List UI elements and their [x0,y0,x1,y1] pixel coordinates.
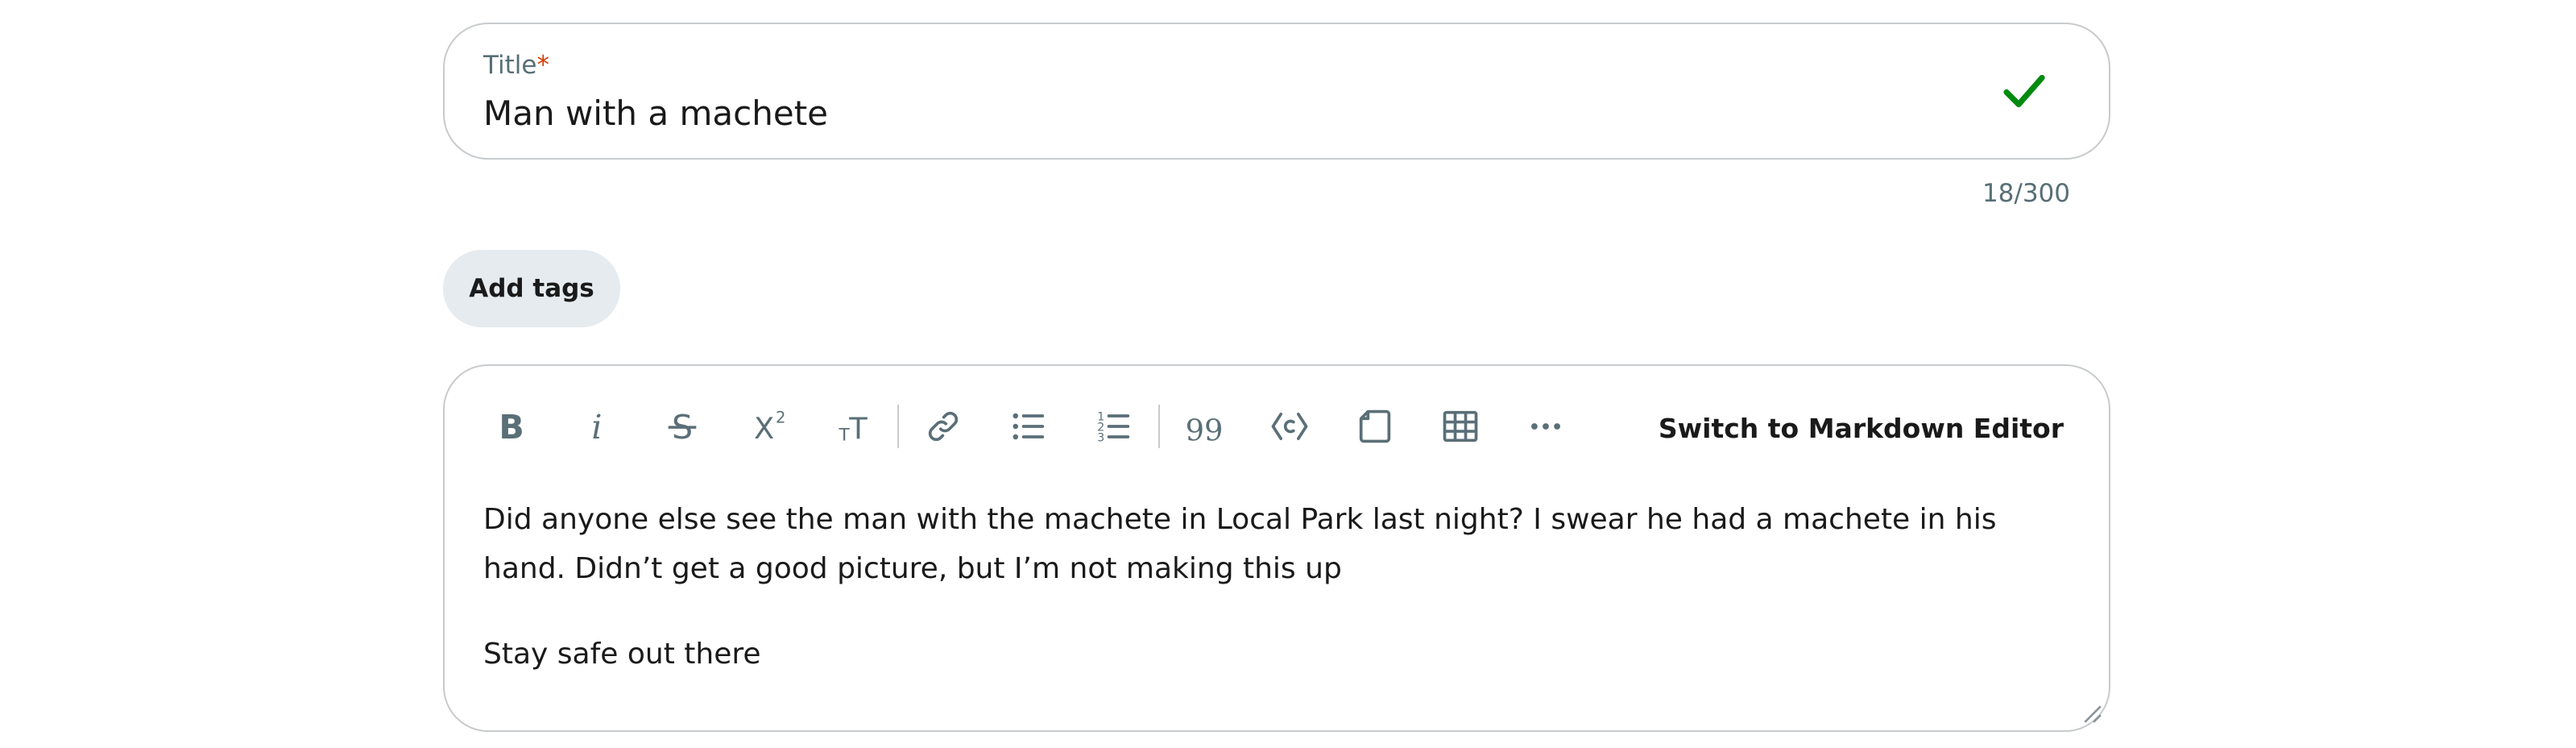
checkmark-icon [2003,74,2045,108]
editor-text-area[interactable]: Did anyone else see the man with the mac… [483,495,2062,679]
toolbar-divider [897,405,899,448]
heading-button[interactable]: TT [810,390,896,463]
bulleted-list-button[interactable] [986,390,1071,463]
switch-to-markdown-button[interactable]: Switch to Markdown Editor [1659,413,2064,444]
add-tags-button[interactable]: Add tags [443,250,620,327]
code-button[interactable] [1247,390,1332,463]
italic-icon: i [591,408,602,447]
text-size-icon: TT [839,411,868,446]
code-block-icon [1359,409,1391,443]
resize-handle-icon[interactable] [2081,703,2102,724]
strikethrough-icon: S [668,408,697,447]
table-icon [1443,410,1478,443]
italic-button[interactable]: i [554,390,640,463]
body-editor[interactable]: B i S X2 TT 1 2 3 99 Switch to Markdown … [443,364,2110,732]
title-input[interactable]: Man with a machete [483,94,828,134]
more-icon [1531,423,1560,430]
formatting-toolbar: B i S X2 TT 1 2 3 99 [469,390,1588,463]
required-mark: * [536,51,549,80]
superscript-icon: X2 [754,409,785,447]
quote-button[interactable]: 99 [1162,390,1247,463]
superscript-button[interactable]: X2 [725,390,810,463]
toolbar-divider [1158,405,1160,448]
code-block-button[interactable] [1332,390,1418,463]
table-button[interactable] [1418,390,1503,463]
strikethrough-button[interactable]: S [640,390,725,463]
svg-text:2: 2 [776,409,785,427]
body-paragraph: Did anyone else see the man with the mac… [483,503,1997,585]
svg-text:T: T [848,411,868,446]
more-button[interactable] [1503,390,1588,463]
title-label: Title* [483,53,549,78]
code-icon [1271,412,1308,441]
bold-icon: B [499,408,524,447]
bold-button[interactable]: B [469,390,554,463]
title-label-text: Title [483,51,537,80]
numbered-list-button[interactable]: 1 2 3 [1071,390,1157,463]
title-field[interactable]: Title* Man with a machete [443,23,2110,160]
svg-text:i: i [591,408,602,447]
link-button[interactable] [901,390,986,463]
link-icon [928,411,959,442]
title-char-count: 18/300 [1982,179,2070,208]
body-paragraph: Stay safe out there [483,638,761,671]
svg-text:B: B [499,408,524,447]
svg-text:X: X [754,411,774,446]
numbered-list-icon: 1 2 3 [1097,410,1130,444]
bulleted-list-icon [1013,413,1045,440]
svg-text:99: 99 [1186,413,1224,447]
post-form: Title* Man with a machete 18/300 Add tag… [443,0,2110,748]
quote-icon: 99 [1186,413,1224,447]
svg-text:3: 3 [1097,431,1104,444]
